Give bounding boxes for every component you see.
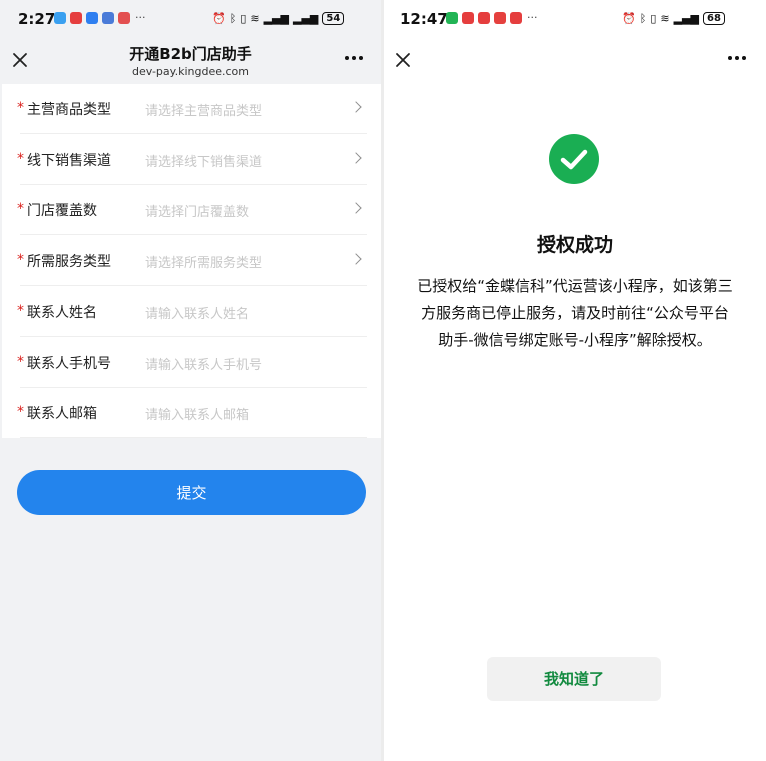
field-label: 所需服务类型 xyxy=(27,254,111,271)
got-it-button[interactable]: 我知道了 xyxy=(487,657,661,701)
field-input-placeholder[interactable]: 请输入联系人邮箱 xyxy=(145,404,249,423)
notification-app-icon xyxy=(86,12,98,24)
system-status-icons: ⏰ ᛒ ▯ ≋ ▂▄▆ 68 xyxy=(622,12,725,25)
required-mark: * xyxy=(17,302,24,319)
notification-app-icon xyxy=(70,12,82,24)
status-time: 12:47 xyxy=(400,10,448,28)
system-status-icons: ⏰ ᛒ ▯ ≋ ▂▄▆ ▂▄▆ 54 xyxy=(212,11,345,25)
chevron-right-icon[interactable] xyxy=(350,101,362,113)
notification-app-icon xyxy=(446,12,458,24)
signal-icon: ▂▄▆ xyxy=(673,11,699,25)
registration-form: * 主营商品类型 请选择主营商品类型 * 线下销售渠道 请选择线下销售渠道 * 门店覆盖数 请选… xyxy=(2,84,381,439)
bluetooth-icon: ᛒ xyxy=(229,11,237,25)
field-select-placeholder[interactable]: 请选择线下销售渠道 xyxy=(145,151,262,170)
vibrate-icon: ▯ xyxy=(650,11,657,25)
page-title: 开通B2b门店助手 xyxy=(129,45,252,63)
required-mark: * xyxy=(17,353,24,370)
chevron-right-icon[interactable] xyxy=(350,202,362,215)
notification-app-icon xyxy=(102,12,114,24)
bluetooth-icon: ᛒ xyxy=(639,11,647,25)
status-time: 2:27 xyxy=(18,10,56,28)
signal-icon: ▂▄▆ xyxy=(292,11,319,25)
more-icon[interactable] xyxy=(728,56,746,60)
field-select-placeholder[interactable]: 请选择门店覆盖数 xyxy=(145,201,249,220)
field-label: 线下销售渠道 xyxy=(27,152,111,169)
field-input-placeholder[interactable]: 请输入联系人姓名 xyxy=(145,303,249,322)
form-row[interactable]: * 联系人姓名 请输入联系人姓名 xyxy=(2,287,381,337)
chevron-right-icon[interactable] xyxy=(350,253,362,265)
required-mark: * xyxy=(17,252,24,269)
form-row[interactable]: * 联系人邮箱 请输入联系人邮箱 xyxy=(2,388,381,439)
more-notifications-indicator: ··· xyxy=(527,11,538,24)
more-notifications-indicator: ··· xyxy=(135,11,146,24)
battery-icon: 54 xyxy=(322,12,345,25)
left-phone-screen: 2:27 ··· ⏰ ᛒ ▯ ≋ ▂▄▆ ▂▄▆ 54 开通B2b门店助手 de… xyxy=(0,0,381,761)
field-label: 主营商品类型 xyxy=(27,102,111,118)
form-row[interactable]: * 所需服务类型 请选择所需服务类型 xyxy=(2,236,381,287)
notification-app-icon xyxy=(54,12,66,24)
field-label: 联系人手机号 xyxy=(27,355,111,372)
field-label: 联系人姓名 xyxy=(27,304,97,321)
status-bar: 2:27 ··· ⏰ ᛒ ▯ ≋ ▂▄▆ ▂▄▆ 54 xyxy=(0,0,381,38)
field-input-placeholder[interactable]: 请输入联系人手机号 xyxy=(145,354,262,373)
wifi-icon: ≋ xyxy=(250,11,260,25)
required-mark: * xyxy=(17,150,24,167)
field-label: 门店覆盖数 xyxy=(27,203,97,220)
chevron-right-icon[interactable] xyxy=(350,152,362,164)
notification-app-icon xyxy=(510,12,522,24)
nav-bar: 开通B2b门店助手 dev-pay.kingdee.com xyxy=(0,38,381,84)
notification-app-icon xyxy=(462,12,474,24)
signal-icon: ▂▄▆ xyxy=(263,11,289,25)
vibrate-icon: ▯ xyxy=(240,11,247,25)
check-icon xyxy=(549,134,599,184)
notification-app-icons: ··· xyxy=(446,12,538,24)
form-row[interactable]: * 主营商品类型 请选择主营商品类型 xyxy=(2,84,381,134)
success-message: 已授权给“金蝶信科”代运营该小程序，如该第三方服务商已停止服务，请及时前往“公众… xyxy=(417,277,733,349)
required-mark: * xyxy=(17,100,24,116)
form-row[interactable]: * 门店覆盖数 请选择门店覆盖数 xyxy=(2,185,381,236)
field-select-placeholder[interactable]: 请选择主营商品类型 xyxy=(145,100,262,119)
row-divider xyxy=(20,437,367,439)
battery-icon: 68 xyxy=(702,12,725,25)
alarm-icon: ⏰ xyxy=(622,11,636,25)
right-phone-screen: 12:47 ··· ⏰ ᛒ ▯ ≋ ▂▄▆ 68 授权成功 已授权给“金蝶信科”… xyxy=(384,0,766,761)
page-domain: dev-pay.kingdee.com xyxy=(132,65,249,78)
field-label: 联系人邮箱 xyxy=(27,406,97,423)
wifi-icon: ≋ xyxy=(660,11,670,25)
notification-app-icon xyxy=(494,12,506,24)
field-select-placeholder[interactable]: 请选择所需服务类型 xyxy=(145,252,262,271)
required-mark: * xyxy=(17,201,24,218)
notification-app-icon xyxy=(118,12,130,24)
success-title: 授权成功 xyxy=(536,234,613,256)
alarm-icon: ⏰ xyxy=(212,11,226,25)
form-row[interactable]: * 联系人手机号 请输入联系人手机号 xyxy=(2,338,381,388)
close-icon[interactable] xyxy=(392,49,414,71)
status-bar: 12:47 ··· ⏰ ᛒ ▯ ≋ ▂▄▆ 68 xyxy=(384,0,766,38)
nav-bar xyxy=(384,38,766,84)
required-mark: * xyxy=(17,404,24,421)
more-icon[interactable] xyxy=(345,56,363,60)
submit-button[interactable]: 提交 xyxy=(17,470,366,515)
notification-app-icon xyxy=(478,12,490,24)
notification-app-icons: ··· xyxy=(54,12,146,24)
form-row[interactable]: * 线下销售渠道 请选择线下销售渠道 xyxy=(2,135,381,185)
